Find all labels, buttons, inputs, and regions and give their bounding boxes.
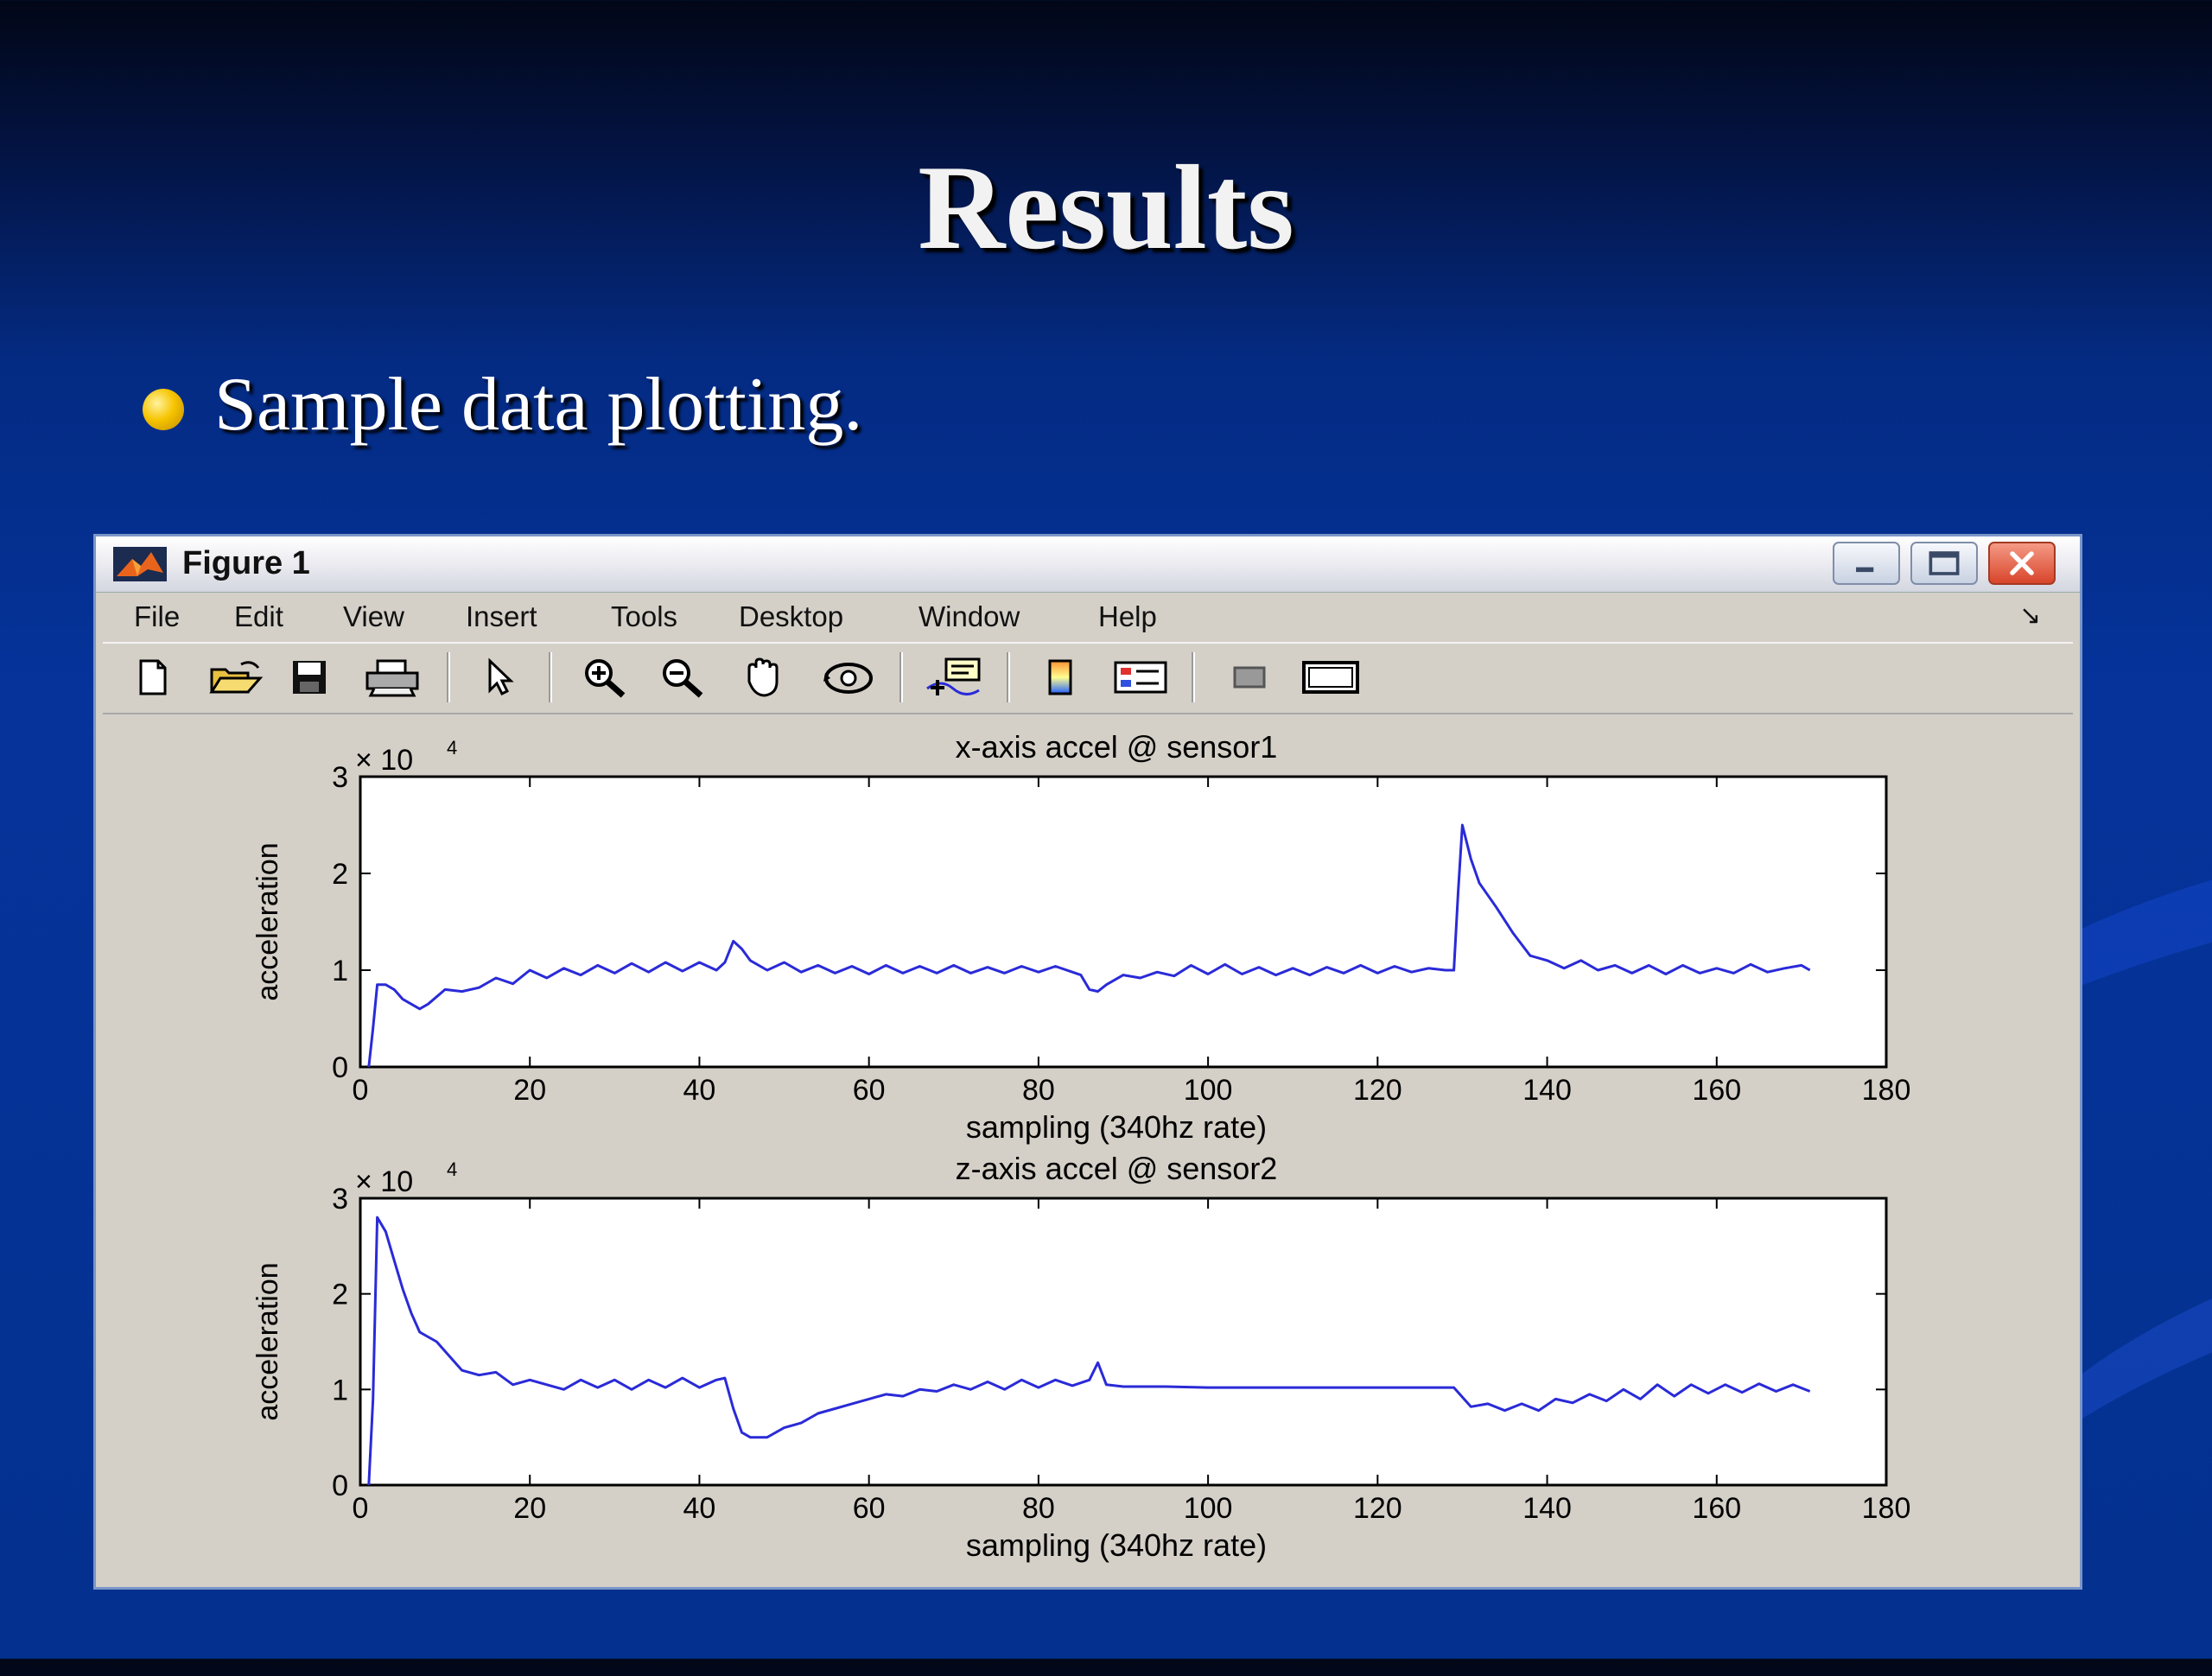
x-tick-label: 160 (1692, 1492, 1741, 1525)
menu-edit[interactable]: Edit (234, 600, 283, 633)
print-icon[interactable] (362, 656, 423, 699)
x-tick-label: 40 (683, 1074, 716, 1107)
y-tick-label: 2 (332, 858, 348, 891)
toolbar-separator (899, 652, 903, 702)
x-tick-label: 140 (1522, 1492, 1572, 1525)
menu-tools[interactable]: Tools (611, 600, 677, 633)
x-tick-label: 160 (1692, 1074, 1741, 1107)
pan-hand-icon[interactable] (737, 656, 794, 699)
x-tick-label: 0 (353, 1074, 369, 1107)
plot-panel-2: 0 20 40 60 80 100 120 140 160 180 0 1 2 3 z-axis accel… (251, 1151, 1910, 1563)
y-tick-label: 0 (332, 1051, 348, 1084)
figure-plots-svg: 0 20 40 60 80 100 120 140 160 1800123x-axis accel… (251, 729, 1910, 1563)
menu-bar: File Edit View Insert Tools Desktop Wind… (103, 595, 2073, 638)
figure-window: Figure 1 File Edit View Insert Tools Des… (93, 534, 2082, 1590)
x-tick-label: 180 (1862, 1492, 1911, 1525)
y-axis-label: acceleration (251, 842, 284, 1000)
x-tick-label: 180 (1862, 1074, 1911, 1107)
x-tick-label: 20 (513, 1492, 546, 1525)
menu-window[interactable]: Window (918, 600, 1020, 633)
x-tick-label: 140 (1522, 1074, 1572, 1107)
show-plot-tools-icon[interactable] (1300, 656, 1361, 699)
plot-title: z-axis accel @ sensor2 (956, 1151, 1278, 1186)
hide-plot-tools-icon[interactable] (1226, 656, 1273, 699)
rotate-3d-icon[interactable] (820, 656, 877, 699)
bullet-text: Sample data plotting. (214, 363, 863, 447)
zoom-out-icon[interactable] (656, 656, 709, 699)
maximize-button[interactable] (1910, 542, 1978, 585)
x-axis-label: sampling (340hz rate) (966, 1527, 1267, 1563)
axes-box (359, 1197, 1888, 1487)
open-file-icon[interactable] (207, 656, 267, 699)
toolbar (103, 642, 2073, 714)
matlab-logo-icon (113, 547, 167, 581)
plot-title: x-axis accel @ sensor1 (956, 729, 1278, 765)
x-tick-label: 80 (1022, 1074, 1055, 1107)
insert-colorbar-icon[interactable] (1038, 656, 1084, 699)
menu-file[interactable]: File (134, 600, 180, 633)
slide-title: Results (918, 141, 1294, 275)
zoom-in-icon[interactable] (578, 656, 632, 699)
x-tick-label: 80 (1022, 1492, 1055, 1525)
menu-desktop[interactable]: Desktop (739, 600, 843, 633)
axes-box (359, 775, 1888, 1069)
scale-factor-label: × 10 (355, 1165, 413, 1198)
x-tick-label: 0 (353, 1492, 369, 1525)
y-tick-label: 3 (332, 1183, 348, 1216)
x-tick-label: 100 (1184, 1074, 1233, 1107)
x-tick-label: 120 (1353, 1492, 1402, 1525)
y-axis-label: acceleration (251, 1262, 284, 1420)
menu-insert[interactable]: Insert (466, 600, 537, 633)
x-tick-label: 100 (1184, 1492, 1233, 1525)
y-tick-label: 2 (332, 1279, 348, 1311)
insert-legend-icon[interactable] (1112, 656, 1169, 699)
close-button[interactable] (1988, 542, 2056, 585)
x-tick-label: 20 (513, 1074, 546, 1107)
minimize-button[interactable] (1833, 542, 1900, 585)
bullet-dot-icon (143, 389, 184, 430)
x-tick-label: 60 (853, 1492, 886, 1525)
menu-help[interactable]: Help (1098, 600, 1157, 633)
data-cursor-icon[interactable] (924, 656, 984, 699)
y-tick-label: 3 (332, 761, 348, 794)
figure-canvas: 0 20 40 60 80 100 120 140 160 180 0 1 2 3 x-axis accel… (96, 718, 2080, 1585)
save-icon[interactable] (286, 656, 333, 699)
y-tick-label: 1 (332, 1374, 348, 1406)
dock-arrow-icon[interactable]: ↘ (2019, 600, 2041, 631)
edit-plot-arrow-icon[interactable] (476, 656, 523, 699)
new-figure-icon[interactable] (129, 656, 175, 699)
window-titlebar[interactable]: Figure 1 (96, 536, 2080, 593)
y-tick-label: 0 (332, 1470, 348, 1502)
menu-view[interactable]: View (343, 600, 404, 633)
toolbar-separator (1192, 652, 1195, 702)
y-tick-label: 1 (332, 955, 348, 987)
scale-factor-label: × 10 (355, 744, 413, 777)
scale-exponent-label: 4 (447, 1159, 457, 1180)
toolbar-separator (447, 652, 450, 702)
plot-panel-1: 0 20 40 60 80 100 120 140 160 180 0 1 2 3 x-axis accel… (251, 729, 1910, 1145)
x-tick-label: 120 (1353, 1074, 1402, 1107)
toolbar-separator (549, 652, 552, 702)
x-tick-label: 40 (683, 1492, 716, 1525)
scale-exponent-label: 4 (447, 737, 457, 759)
window-title: Figure 1 (182, 545, 310, 581)
x-axis-label: sampling (340hz rate) (966, 1109, 1267, 1145)
toolbar-separator (1007, 652, 1010, 702)
x-tick-label: 60 (853, 1074, 886, 1107)
